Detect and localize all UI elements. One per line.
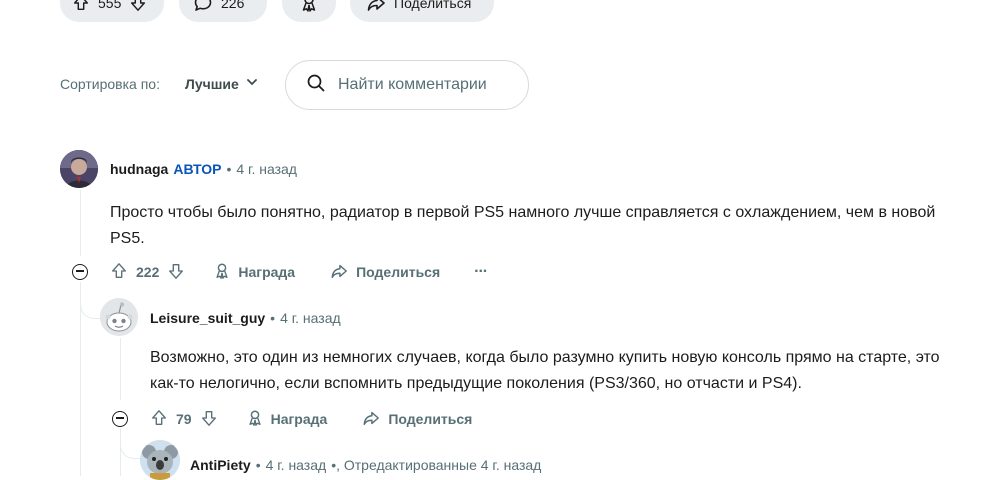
- sort-dropdown[interactable]: Лучшие: [185, 75, 259, 92]
- upvote-icon[interactable]: [150, 409, 168, 430]
- downvote-icon[interactable]: [167, 262, 185, 283]
- comment-body: Просто чтобы было понятно, радиатор в пе…: [110, 204, 936, 247]
- meta-separator: •: [226, 161, 232, 177]
- thread-line-root: [80, 190, 81, 256]
- share-icon: [329, 262, 349, 283]
- award-label: Награда: [270, 411, 328, 427]
- thread-line-reply: [120, 338, 121, 400]
- edited-indicator: , Отредактированные 4 г. назад: [336, 457, 542, 473]
- share-button[interactable]: Поделиться: [361, 409, 472, 430]
- award-icon: [246, 409, 264, 430]
- avatar[interactable]: [60, 150, 98, 188]
- award-label: Награда: [238, 264, 296, 280]
- post-vote-pill: 555: [60, 0, 164, 22]
- comment-actions: 79 Награда Поделиться: [150, 409, 472, 429]
- award-button[interactable]: Награда: [213, 262, 295, 283]
- comment-meta: hudnaga АВТОР • 4 г. назад: [110, 161, 297, 177]
- user-photo-icon: [60, 150, 98, 188]
- upvote-icon[interactable]: [110, 262, 128, 283]
- post-award-button[interactable]: [282, 0, 336, 22]
- comment-author[interactable]: Leisure_suit_guy: [150, 310, 265, 326]
- sort-label: Сортировка по:: [60, 76, 160, 92]
- search-icon: [306, 73, 326, 98]
- search-placeholder: Найти комментарии: [338, 76, 487, 93]
- comment-author[interactable]: AntiPiety: [190, 457, 251, 473]
- share-icon: [366, 0, 386, 13]
- upvote-icon[interactable]: [72, 0, 90, 12]
- comment-time[interactable]: 4 г. назад: [266, 457, 327, 473]
- downvote-icon[interactable]: [129, 0, 147, 12]
- avatar[interactable]: [100, 298, 138, 336]
- comment-body: Возможно, это один из немногих случаев, …: [150, 349, 940, 392]
- post-comment-count: 226: [221, 0, 245, 11]
- comment-bubble-icon: [193, 0, 213, 13]
- comment-actions: 222 Награда Поделиться ···: [110, 262, 488, 283]
- award-button[interactable]: Награда: [246, 409, 328, 430]
- post-share-label: Поделиться: [394, 0, 472, 11]
- share-icon: [361, 409, 381, 430]
- collapse-thread-button[interactable]: [72, 264, 88, 280]
- reply-connector: [80, 290, 101, 319]
- comment-time[interactable]: 4 г. назад: [236, 161, 297, 177]
- post-upvote-count: 555: [98, 0, 122, 11]
- share-label: Поделиться: [388, 411, 473, 427]
- avatar[interactable]: [140, 440, 180, 480]
- chevron-down-icon: [245, 75, 259, 92]
- comment-meta: Leisure_suit_guy • 4 г. назад: [150, 310, 341, 326]
- op-badge: АВТОР: [173, 161, 222, 177]
- comment-search-input[interactable]: Найти комментарии: [285, 60, 529, 110]
- comment-vote: 79: [150, 409, 218, 430]
- reply-connector: [120, 436, 141, 459]
- meta-separator: •: [255, 457, 261, 473]
- comment-time[interactable]: 4 г. назад: [280, 310, 341, 326]
- award-icon: [299, 0, 319, 13]
- snoo-avatar-icon: [100, 298, 138, 336]
- post-share-button[interactable]: Поделиться: [350, 0, 494, 22]
- comment-vote: 222: [110, 262, 185, 283]
- collapse-thread-button[interactable]: [112, 411, 128, 427]
- meta-separator: •: [270, 310, 276, 326]
- comment-meta: AntiPiety • 4 г. назад • , Отредактирова…: [190, 457, 541, 473]
- sort-selected-value: Лучшие: [185, 75, 239, 92]
- award-icon: [213, 262, 231, 283]
- more-options-button[interactable]: ···: [474, 263, 488, 281]
- share-label: Поделиться: [356, 264, 441, 280]
- share-button[interactable]: Поделиться: [329, 262, 440, 283]
- koala-avatar-icon: [140, 440, 180, 480]
- comment-score: 79: [176, 411, 192, 427]
- downvote-icon[interactable]: [200, 409, 218, 430]
- comment-author[interactable]: hudnaga: [110, 161, 168, 177]
- post-comments-button[interactable]: 226: [179, 0, 267, 22]
- comment-score: 222: [136, 264, 160, 280]
